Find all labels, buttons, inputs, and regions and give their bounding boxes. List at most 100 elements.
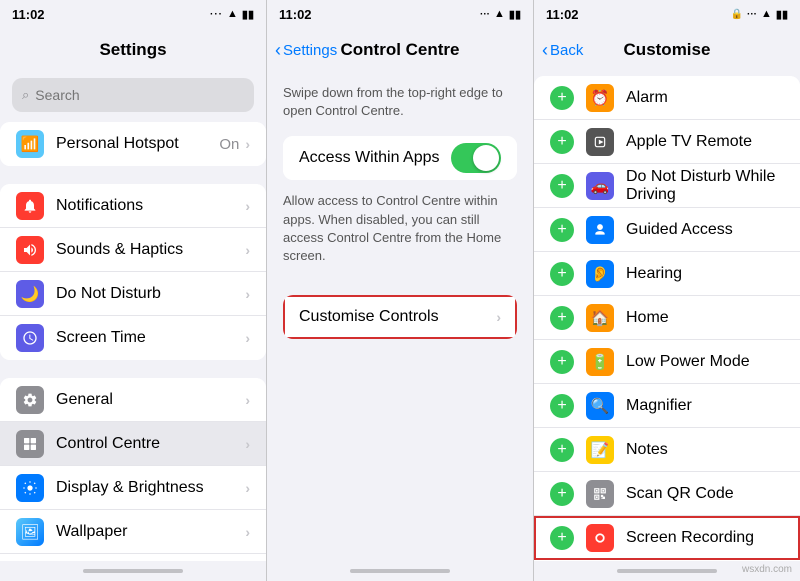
- screen-recording-icon: [586, 524, 614, 552]
- customise-scroll[interactable]: + ⏰ Alarm + Apple TV Remote + 🚗 Do Not D…: [534, 72, 800, 561]
- scan-qr-label: Scan QR Code: [626, 485, 784, 503]
- access-within-apps-section: Access Within Apps: [283, 136, 517, 180]
- back-button-3[interactable]: ‹ Back: [542, 40, 583, 61]
- customise-item-screen-recording[interactable]: + Screen Recording: [534, 516, 800, 560]
- plus-screen-recording[interactable]: +: [550, 526, 574, 550]
- nav-bar-2: ‹ Settings Control Centre: [267, 28, 533, 72]
- customise-item-magnifier[interactable]: + 🔍 Magnifier: [534, 384, 800, 428]
- battery-icon-1: ▮▮: [242, 8, 254, 21]
- customise-item-hearing[interactable]: + 👂 Hearing: [534, 252, 800, 296]
- appletv-label: Apple TV Remote: [626, 133, 784, 151]
- low-power-icon: 🔋: [586, 348, 614, 376]
- customise-list: + ⏰ Alarm + Apple TV Remote + 🚗 Do Not D…: [534, 76, 800, 561]
- customise-item-home[interactable]: + 🏠 Home: [534, 296, 800, 340]
- customise-controls-label: Customise Controls: [299, 308, 496, 326]
- settings-item-dnd[interactable]: 🌙 Do Not Disturb ›: [0, 272, 266, 316]
- customise-item-alarm[interactable]: + ⏰ Alarm: [534, 76, 800, 120]
- status-icons-2: ··· ▲ ▮▮: [480, 8, 521, 21]
- settings-item-control-centre[interactable]: Control Centre ›: [0, 422, 266, 466]
- screen-time-chevron: ›: [245, 330, 250, 346]
- status-bar-2: 11:02 ··· ▲ ▮▮: [267, 0, 533, 28]
- general-chevron: ›: [245, 392, 250, 408]
- settings-item-notifications[interactable]: Notifications ›: [0, 184, 266, 228]
- control-centre-icon: [16, 430, 44, 458]
- plus-magnifier[interactable]: +: [550, 394, 574, 418]
- plus-alarm[interactable]: +: [550, 86, 574, 110]
- settings-back-button[interactable]: ‹ Settings: [275, 40, 337, 61]
- home-icon: 🏠: [586, 304, 614, 332]
- plus-guided-access[interactable]: +: [550, 218, 574, 242]
- customise-item-appletv[interactable]: + Apple TV Remote: [534, 120, 800, 164]
- general-label: General: [56, 391, 245, 409]
- control-centre-scroll[interactable]: Swipe down from the top-right edge to op…: [267, 72, 533, 561]
- bottom-indicator-2: [267, 561, 533, 581]
- status-icons-1: ··· ▲ ▮▮: [210, 8, 254, 21]
- customise-controls-item[interactable]: Customise Controls ›: [283, 295, 517, 339]
- customise-panel: 11:02 🔒 ··· ▲ ▮▮ ‹ Back Customise + ⏰ Al…: [534, 0, 800, 581]
- guided-access-icon: [586, 216, 614, 244]
- wifi-icon-2: ▲: [494, 8, 505, 20]
- search-input[interactable]: [35, 87, 244, 103]
- settings-item-siri[interactable]: Siri & Search ›: [0, 554, 266, 561]
- wallpaper-label: Wallpaper: [56, 523, 245, 541]
- time-1: 11:02: [12, 7, 45, 22]
- settings-item-personal-hotspot[interactable]: 📶 Personal Hotspot On ›: [0, 122, 266, 166]
- settings-item-display[interactable]: Display & Brightness ›: [0, 466, 266, 510]
- access-within-apps-toggle[interactable]: [451, 143, 501, 173]
- customise-item-stopwatch[interactable]: + ⏱ Stopwatch: [534, 560, 800, 561]
- wifi-icon-1: ▲: [227, 8, 238, 20]
- hearing-label: Hearing: [626, 265, 784, 283]
- guided-access-label: Guided Access: [626, 221, 784, 239]
- home-label: Home: [626, 309, 784, 327]
- alarm-label: Alarm: [626, 89, 784, 107]
- control-centre-nav-title: Control Centre: [341, 40, 460, 60]
- customise-item-dnd-driving[interactable]: + 🚗 Do Not Disturb While Driving: [534, 164, 800, 208]
- plus-low-power[interactable]: +: [550, 350, 574, 374]
- wallpaper-chevron: ›: [245, 524, 250, 540]
- customise-nav-title: Customise: [624, 40, 711, 60]
- nav-bar-3: ‹ Back Customise: [534, 28, 800, 72]
- notifications-label: Notifications: [56, 197, 245, 215]
- search-bar[interactable]: ⌕: [12, 78, 254, 112]
- settings-scroll[interactable]: 📶 Personal Hotspot On › Notifications › …: [0, 118, 266, 561]
- access-within-apps-item[interactable]: Access Within Apps: [283, 136, 517, 180]
- plus-scan-qr[interactable]: +: [550, 482, 574, 506]
- status-icons-3: 🔒 ··· ▲ ▮▮: [731, 8, 788, 21]
- settings-item-general[interactable]: General ›: [0, 378, 266, 422]
- scan-qr-icon: [586, 480, 614, 508]
- customise-item-guided-access[interactable]: + Guided Access: [534, 208, 800, 252]
- notes-icon: 📝: [586, 436, 614, 464]
- plus-appletv[interactable]: +: [550, 130, 574, 154]
- low-power-label: Low Power Mode: [626, 353, 784, 371]
- sounds-chevron: ›: [245, 242, 250, 258]
- lock-icon-3: 🔒: [731, 9, 743, 20]
- screen-time-label: Screen Time: [56, 329, 245, 347]
- dnd-label: Do Not Disturb: [56, 285, 245, 303]
- alarm-icon: ⏰: [586, 84, 614, 112]
- settings-list-1: 📶 Personal Hotspot On ›: [0, 122, 266, 166]
- plus-notes[interactable]: +: [550, 438, 574, 462]
- customise-item-low-power[interactable]: + 🔋 Low Power Mode: [534, 340, 800, 384]
- screen-time-icon: [16, 324, 44, 352]
- sounds-icon: [16, 236, 44, 264]
- battery-icon-3: ▮▮: [776, 8, 788, 21]
- settings-item-sounds[interactable]: Sounds & Haptics ›: [0, 228, 266, 272]
- plus-home[interactable]: +: [550, 306, 574, 330]
- bottom-indicator-1: [0, 561, 266, 581]
- plus-dnd-driving[interactable]: +: [550, 174, 574, 198]
- settings-nav-title: Settings: [99, 40, 166, 60]
- plus-hearing[interactable]: +: [550, 262, 574, 286]
- search-icon: ⌕: [22, 87, 29, 103]
- signal-icon-1: ···: [210, 9, 223, 20]
- time-3: 11:02: [546, 7, 579, 22]
- home-indicator-1: [83, 569, 183, 573]
- home-indicator-3: [617, 569, 717, 573]
- control-centre-chevron: ›: [245, 436, 250, 452]
- customise-item-scan-qr[interactable]: + Scan QR Code: [534, 472, 800, 516]
- notes-label: Notes: [626, 441, 784, 459]
- appletv-icon: [586, 128, 614, 156]
- customise-item-notes[interactable]: + 📝 Notes: [534, 428, 800, 472]
- settings-item-wallpaper[interactable]: 🖼 Wallpaper ›: [0, 510, 266, 554]
- back-chevron-3: ‹: [542, 40, 548, 61]
- settings-item-screen-time[interactable]: Screen Time ›: [0, 316, 266, 360]
